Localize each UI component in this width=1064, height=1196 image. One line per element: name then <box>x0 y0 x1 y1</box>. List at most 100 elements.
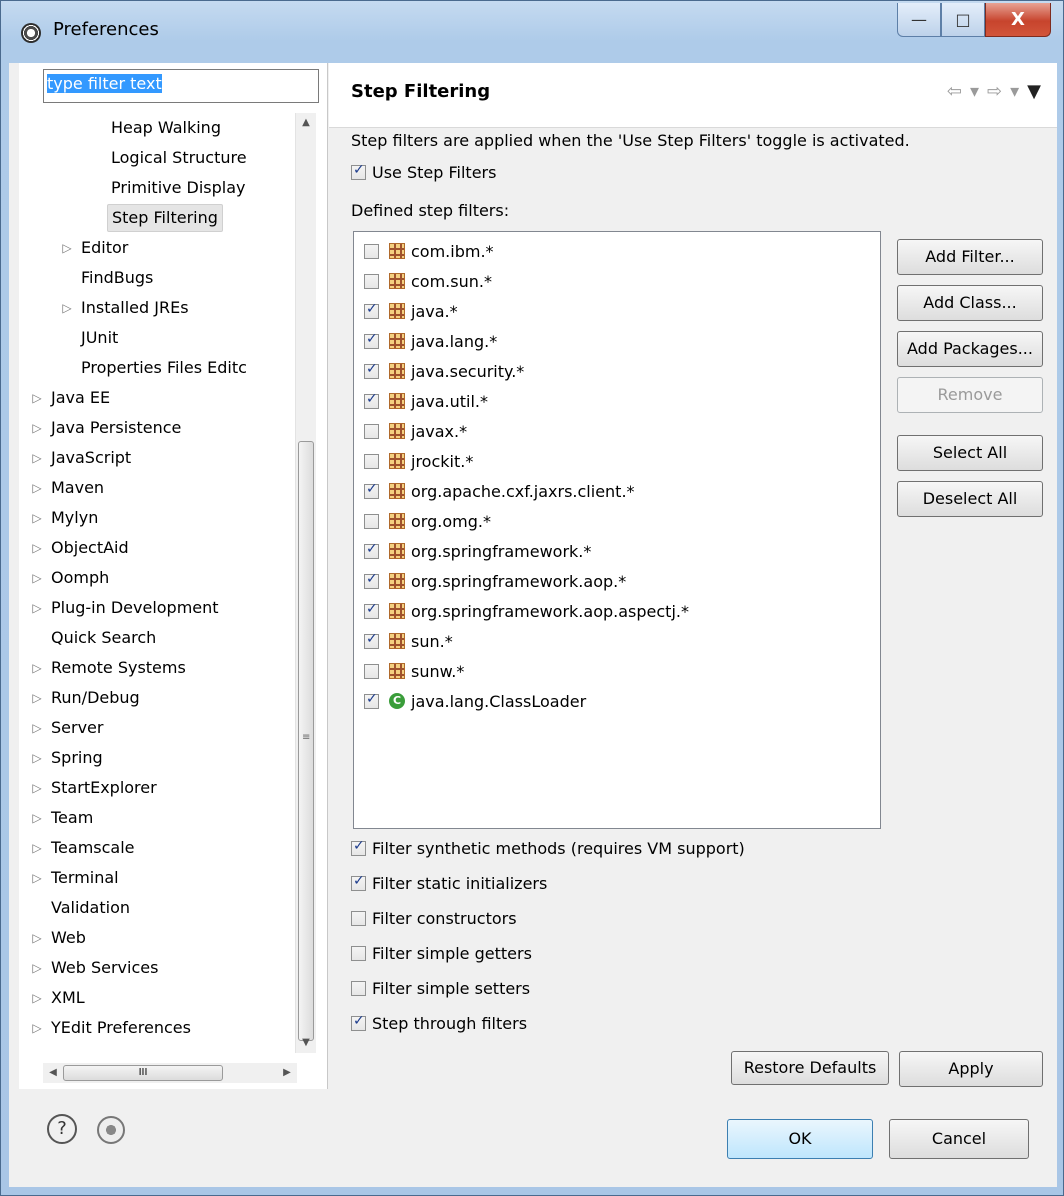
horizontal-scroll-thumb[interactable]: III <box>63 1065 223 1081</box>
tree-item[interactable]: ▷ Plug-in Development <box>27 593 223 623</box>
filter-list-item[interactable]: com.sun.* <box>364 266 492 296</box>
tree-item[interactable]: ▷ Web <box>27 923 90 953</box>
filter-checkbox[interactable] <box>364 631 379 649</box>
back-dropdown-icon[interactable]: ▾ <box>970 81 979 102</box>
filter-checkbox[interactable] <box>364 273 379 289</box>
filter-checkbox[interactable] <box>364 301 379 319</box>
filter-checkbox[interactable] <box>364 571 379 589</box>
filter-list-item[interactable]: sunw.* <box>364 656 464 686</box>
expand-arrow-icon[interactable]: ▷ <box>27 1013 47 1043</box>
tree-item[interactable]: ▷ Web Services <box>27 953 162 983</box>
maximize-button[interactable]: □ <box>941 3 985 37</box>
expand-arrow-icon[interactable]: ▷ <box>27 413 47 443</box>
tree-item[interactable]: ▷ JavaScript <box>27 443 135 473</box>
tree-item[interactable]: FindBugs <box>57 263 157 293</box>
add-packages-button[interactable]: Add Packages... <box>897 331 1043 367</box>
filter-list-item[interactable]: org.springframework.aop.* <box>364 566 626 596</box>
tree-item[interactable]: ▷ Team <box>27 803 97 833</box>
option-row[interactable]: Step through filters <box>351 1013 527 1033</box>
remove-button[interactable]: Remove <box>897 377 1043 413</box>
close-button[interactable]: X <box>985 3 1051 37</box>
option-row[interactable]: Filter simple getters <box>351 944 532 963</box>
expand-arrow-icon[interactable]: ▷ <box>27 503 47 533</box>
filter-list-item[interactable]: com.ibm.* <box>364 236 494 266</box>
forward-dropdown-icon[interactable]: ▾ <box>1010 81 1019 102</box>
filter-list-item[interactable]: sun.* <box>364 626 453 656</box>
tree-item[interactable]: ▷ Editor <box>57 233 132 263</box>
expand-arrow-icon[interactable]: ▷ <box>27 593 47 623</box>
filter-list-item[interactable]: java.util.* <box>364 386 488 416</box>
help-icon[interactable]: ? <box>47 1114 77 1144</box>
tree-item[interactable]: ▷ Remote Systems <box>27 653 190 683</box>
option-row[interactable]: Filter constructors <box>351 909 517 928</box>
expand-arrow-icon[interactable]: ▷ <box>27 563 47 593</box>
filter-list-item[interactable]: javax.* <box>364 416 467 446</box>
tree-item[interactable]: ▷ Run/Debug <box>27 683 144 713</box>
expand-arrow-icon[interactable]: ▷ <box>27 923 47 953</box>
filter-checkbox[interactable] <box>364 423 379 439</box>
tree-vertical-scrollbar[interactable]: ▲ ≡ ▼ <box>295 113 316 1053</box>
expand-arrow-icon[interactable]: ▷ <box>27 683 47 713</box>
expand-arrow-icon[interactable]: ▷ <box>27 653 47 683</box>
expand-arrow-icon[interactable]: ▷ <box>27 743 47 773</box>
expand-arrow-icon[interactable]: ▷ <box>57 293 77 323</box>
filter-checkbox[interactable] <box>364 663 379 679</box>
option-row[interactable]: Filter simple setters <box>351 979 530 998</box>
minimize-button[interactable]: — <box>897 3 941 37</box>
tree-item[interactable]: ▷ Mylyn <box>27 503 102 533</box>
tree-item[interactable]: Primitive Display <box>87 173 250 203</box>
tree-item[interactable]: ▷ Maven <box>27 473 108 503</box>
expand-arrow-icon[interactable]: ▷ <box>27 833 47 863</box>
option-checkbox[interactable] <box>351 981 366 996</box>
expand-arrow-icon[interactable]: ▷ <box>27 713 47 743</box>
scroll-down-arrow-icon[interactable]: ▼ <box>296 1033 316 1053</box>
option-checkbox[interactable] <box>351 838 366 856</box>
tree-item[interactable]: Logical Structure <box>87 143 251 173</box>
tree-item[interactable]: ▷ YEdit Preferences <box>27 1013 195 1043</box>
title-bar[interactable]: Preferences — □ X <box>1 1 1063 63</box>
cancel-button[interactable]: Cancel <box>889 1119 1029 1159</box>
tree-item[interactable]: Properties Files Editc <box>57 353 251 383</box>
filter-list-item[interactable]: org.omg.* <box>364 506 491 536</box>
filter-list-item[interactable]: jrockit.* <box>364 446 473 476</box>
filter-list-item[interactable]: org.springframework.* <box>364 536 591 566</box>
filter-list-item[interactable]: Cjava.lang.ClassLoader <box>364 686 586 716</box>
forward-arrow-icon[interactable]: ⇨ <box>987 81 1002 102</box>
filter-checkbox[interactable] <box>364 453 379 469</box>
scroll-left-arrow-icon[interactable]: ◀ <box>43 1063 63 1083</box>
tree-item[interactable]: ▷ Installed JREs <box>57 293 193 323</box>
filter-checkbox[interactable] <box>364 481 379 499</box>
add-class-button[interactable]: Add Class... <box>897 285 1043 321</box>
ok-button[interactable]: OK <box>727 1119 873 1159</box>
select-all-button[interactable]: Select All <box>897 435 1043 471</box>
option-checkbox[interactable] <box>351 946 366 961</box>
filter-checkbox[interactable] <box>364 513 379 529</box>
expand-arrow-icon[interactable]: ▷ <box>27 863 47 893</box>
use-step-filters-checkbox[interactable] <box>351 162 366 180</box>
filter-checkbox[interactable] <box>364 331 379 349</box>
expand-arrow-icon[interactable]: ▷ <box>27 773 47 803</box>
restore-defaults-button[interactable]: Restore Defaults <box>731 1051 889 1085</box>
filter-checkbox[interactable] <box>364 691 379 709</box>
expand-arrow-icon[interactable]: ▷ <box>27 383 47 413</box>
back-arrow-icon[interactable]: ⇦ <box>947 81 962 102</box>
tree-item[interactable]: ▷ Java EE <box>27 383 114 413</box>
tree-horizontal-scrollbar[interactable]: ◀ III ▶ <box>43 1063 297 1083</box>
apply-button[interactable]: Apply <box>899 1051 1043 1087</box>
vertical-scroll-thumb[interactable]: ≡ <box>298 441 314 1041</box>
tree-item[interactable]: ▷ Server <box>27 713 107 743</box>
filter-list-item[interactable]: java.security.* <box>364 356 524 386</box>
filter-input[interactable]: type filter text <box>43 69 319 103</box>
filter-list-item[interactable]: java.lang.* <box>364 326 497 356</box>
expand-arrow-icon[interactable]: ▷ <box>27 953 47 983</box>
tree-item[interactable]: ▷ Oomph <box>27 563 113 593</box>
tree-item[interactable]: ▷ Teamscale <box>27 833 139 863</box>
step-filter-list[interactable]: com.ibm.* com.sun.* java.* java.lang.* java.… <box>353 231 881 829</box>
use-step-filters-row[interactable]: Use Step Filters <box>351 162 496 182</box>
filter-list-item[interactable]: java.* <box>364 296 458 326</box>
tree-item[interactable]: ▷ StartExplorer <box>27 773 161 803</box>
filter-checkbox[interactable] <box>364 243 379 259</box>
add-filter-button[interactable]: Add Filter... <box>897 239 1043 275</box>
tree-item[interactable]: Quick Search <box>27 623 160 653</box>
expand-arrow-icon[interactable]: ▷ <box>27 443 47 473</box>
